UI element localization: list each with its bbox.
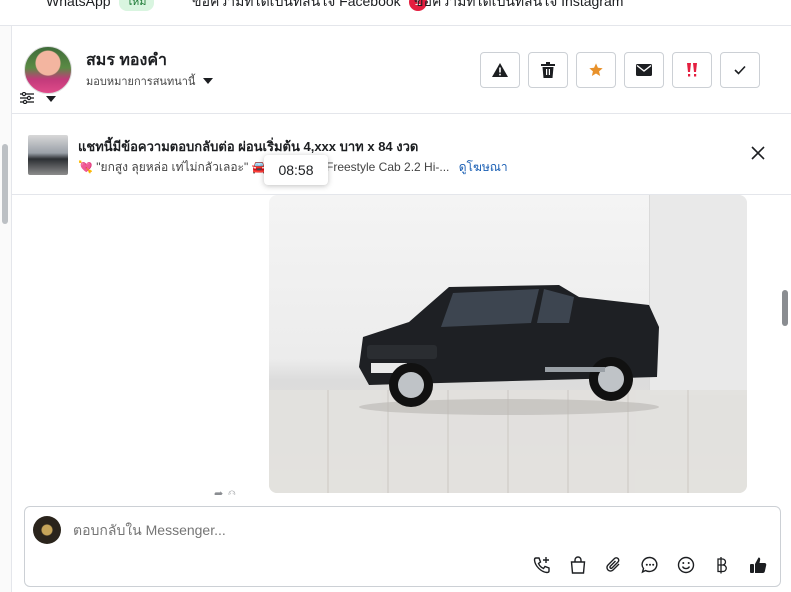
envelope-icon (636, 64, 652, 76)
ad-subtitle-end-row: Freestyle Cab 2.2 Hi-... ดูโฆษณา (326, 158, 508, 177)
thumbs-up-icon (750, 557, 767, 573)
inbox-tabs: WhatsApp ใหม่ ข้อความที่ได้เป็นที่สนใจ F… (0, 0, 791, 26)
chevron-down-icon (203, 78, 214, 84)
left-panel-edge (0, 26, 12, 592)
delete-button[interactable] (528, 52, 568, 88)
star-button[interactable] (576, 52, 616, 88)
conversation-header: สมร ทองคำ มอบหมายการสนทนานี้ (12, 26, 791, 114)
inbox-conversation-view: WhatsApp ใหม่ ข้อความที่ได้เป็นที่สนใจ F… (0, 0, 791, 592)
message-composer (24, 506, 781, 587)
page-avatar (33, 516, 61, 544)
call-button[interactable] (532, 555, 552, 575)
send-like-button[interactable] (748, 555, 768, 575)
payment-button[interactable] (712, 555, 732, 575)
contact-name[interactable]: สมร ทองคำ (86, 48, 167, 73)
reply-input[interactable] (73, 522, 723, 538)
heart-icon: 💘 (78, 160, 93, 174)
attach-button[interactable] (604, 555, 624, 575)
baht-icon (717, 557, 727, 574)
filter-sliders-icon[interactable] (20, 92, 34, 104)
paperclip-icon (606, 557, 620, 572)
ad-subtitle-end: Freestyle Cab 2.2 Hi-... (326, 160, 450, 174)
warning-icon (492, 63, 508, 77)
composer-toolbar (532, 555, 768, 575)
ad-subtitle-start: 💘 "ยกสูง ลุยหล่อ เท่ไม่กลัวเลอะ" 🚘 (78, 158, 267, 177)
tab-facebook-label: ข้อความที่ได้เป็นที่สนใจ Facebook (192, 0, 401, 9)
message-thread: ➦ ☺ (12, 195, 791, 495)
ad-thumbnail[interactable] (28, 135, 68, 175)
check-icon (734, 65, 746, 75)
important-icon (687, 63, 697, 77)
mark-done-button[interactable] (720, 52, 760, 88)
trash-icon (541, 62, 555, 78)
assign-label: มอบหมายการสนทนานี้ (86, 76, 196, 88)
ad-context-banner: แชทนี้มีข้อความตอบกลับต่อ ผ่อนเริ่มต้น 4… (12, 114, 791, 195)
view-ad-link[interactable]: ดูโฆษณา (459, 160, 508, 174)
thread-scrollbar[interactable] (779, 195, 791, 495)
contact-avatar[interactable] (24, 46, 72, 94)
thread-scroll-thumb[interactable] (782, 290, 788, 326)
tab-whatsapp-label: WhatsApp (46, 0, 111, 9)
call-plus-icon (533, 557, 550, 574)
saved-replies-button[interactable] (640, 555, 660, 575)
ad-subtitle-text: "ยกสูง ลุยหล่อ เท่ไม่กลัวเลอะ" 🚘 (96, 160, 267, 174)
emoji-icon (677, 556, 695, 574)
report-spam-button[interactable] (480, 52, 520, 88)
pickup-truck-image (359, 285, 659, 415)
new-badge: ใหม่ (118, 0, 155, 11)
shopping-bag-icon (570, 556, 586, 574)
tab-facebook[interactable]: ข้อความที่ได้เป็นที่สนใจ Facebook 1 (192, 0, 427, 13)
left-scrollbar[interactable] (2, 144, 8, 224)
tab-instagram-label: ข้อความที่ได้เป็นที่สนใจ Instagram (414, 0, 624, 9)
message-image[interactable] (269, 195, 747, 493)
tab-instagram[interactable]: ข้อความที่ได้เป็นที่สนใจ Instagram (414, 0, 623, 13)
assign-conversation-dropdown[interactable]: มอบหมายการสนทนานี้ (86, 72, 214, 90)
shop-button[interactable] (568, 555, 588, 575)
mark-unread-button[interactable] (624, 52, 664, 88)
conversation-actions (480, 52, 760, 88)
mark-important-button[interactable] (672, 52, 712, 88)
chat-bubble-icon (641, 556, 658, 574)
message-time-tooltip: 08:58 (264, 155, 328, 185)
close-icon[interactable] (751, 146, 765, 160)
message-react-icons[interactable]: ➦ ☺ (214, 487, 238, 495)
filter-chevron-down-icon[interactable] (46, 96, 56, 102)
tab-whatsapp[interactable]: WhatsApp ใหม่ (46, 0, 155, 11)
emoji-button[interactable] (676, 555, 696, 575)
star-icon (589, 63, 603, 76)
ad-title: แชทนี้มีข้อความตอบกลับต่อ ผ่อนเริ่มต้น 4… (78, 139, 419, 154)
